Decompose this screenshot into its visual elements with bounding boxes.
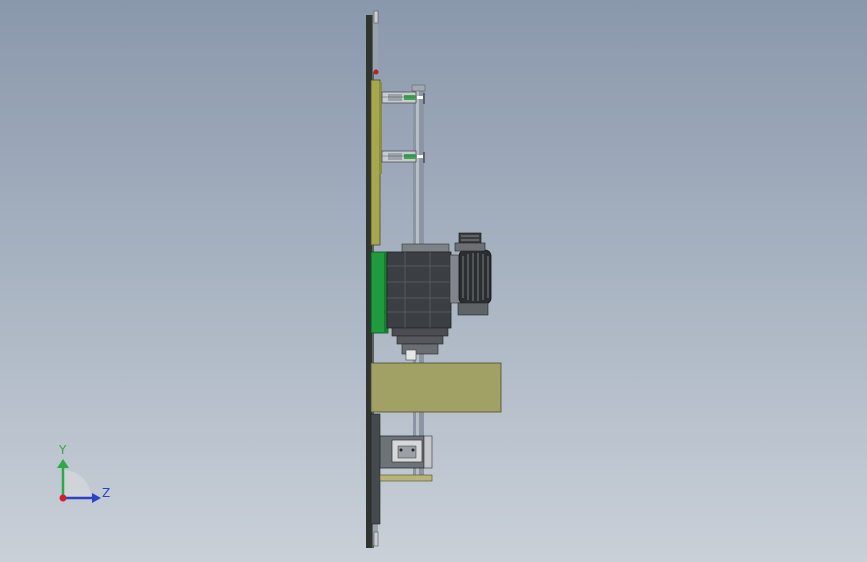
upper-olive-plate-lip [379,82,382,174]
triad-y-arrow-icon [57,459,69,468]
guide-shaft-cap [411,84,426,92]
triad-y-label: Y [59,443,67,457]
bottom-rod-cap [373,531,379,547]
drive-motor[interactable] [449,232,492,316]
cad-viewport[interactable]: Y Z [0,0,867,562]
upper-olive-plate[interactable] [370,79,381,246]
triad-z-label: Z [102,486,111,500]
triad-z-arrow-icon [92,493,101,503]
model-drawing[interactable] [0,0,867,562]
lower-mount-plate[interactable] [370,413,381,525]
khaki-block[interactable] [370,362,502,413]
gearbox[interactable] [386,243,452,361]
axis-triad [57,459,101,503]
top-red-marker [373,69,379,75]
lower-bracket[interactable] [379,435,433,482]
triad-x-origin-icon [59,494,67,502]
top-rod-cap [373,10,379,24]
triad-arc-icon [63,470,91,498]
